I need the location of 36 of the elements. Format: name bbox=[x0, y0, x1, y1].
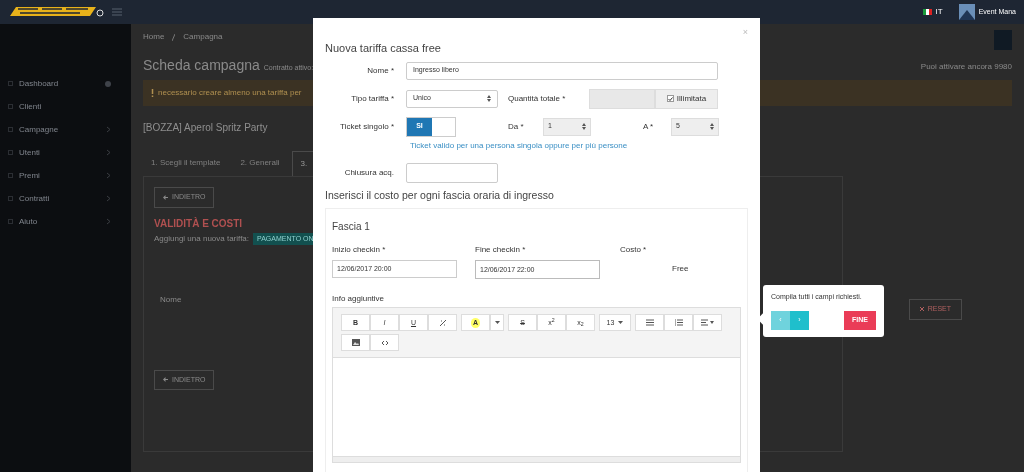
field-label: Costo * bbox=[620, 244, 648, 257]
sidebar-item[interactable]: Utenti bbox=[8, 147, 111, 158]
remaining-text: Puoi attivare ancora 9980 bbox=[920, 61, 1012, 73]
breadcrumb-link[interactable]: Home bbox=[143, 31, 165, 43]
page-title: Scheda campagna bbox=[143, 56, 260, 75]
sidebar-item[interactable]: Contratti bbox=[8, 193, 111, 204]
modal-title: Nuova tariffa cassa free bbox=[325, 41, 442, 56]
field-label: Nome * bbox=[366, 64, 395, 77]
step-tab[interactable]: 2. Generali bbox=[232, 151, 288, 176]
help-text: Ticket valido per una persona singola oppure per più persone bbox=[410, 139, 629, 152]
breadcrumb-link[interactable]: Campagna bbox=[183, 31, 223, 43]
section-title: VALIDITÀ E COSTI bbox=[154, 216, 243, 231]
field-label: Fine checkin * bbox=[475, 244, 527, 257]
cost-value: Free bbox=[672, 263, 689, 276]
field-label: A * bbox=[643, 120, 655, 133]
add-rate-label: Aggiungi una nuova tariffa: bbox=[154, 232, 250, 245]
field-label: Inizio checkin * bbox=[332, 244, 387, 257]
sidebar-item[interactable]: Dashboard bbox=[8, 78, 111, 89]
field-label: Chiusura acq. bbox=[343, 166, 395, 179]
step-tab[interactable]: 1. Scegli il template bbox=[143, 151, 229, 176]
sidebar-item[interactable]: Clienti bbox=[8, 101, 111, 112]
field-label: Info aggiuntive bbox=[332, 293, 386, 306]
checkbox-label: Illimitata bbox=[676, 92, 707, 105]
sidebar-item[interactable]: Aiuto bbox=[8, 216, 111, 227]
section-heading: Inserisci il costo per ogni fascia oraria di ingresso bbox=[325, 187, 555, 203]
field-label: Tipo tariffa * bbox=[350, 92, 395, 105]
language-selector[interactable]: IT bbox=[935, 6, 943, 18]
column-header: Nome bbox=[160, 294, 182, 307]
sidebar-item[interactable]: Premi bbox=[8, 170, 111, 181]
field-label: Ticket singolo * bbox=[339, 120, 395, 133]
field-label: Quantità totale * bbox=[508, 92, 567, 105]
band-title: Fascia 1 bbox=[332, 220, 371, 235]
campaign-title: [BOZZA] Aperol Spritz Party bbox=[143, 121, 268, 135]
sidebar-item[interactable]: Campagne bbox=[8, 124, 111, 135]
alert-text: necessario creare almeno una tariffa per bbox=[158, 87, 302, 99]
field-label: Da * bbox=[508, 120, 525, 133]
